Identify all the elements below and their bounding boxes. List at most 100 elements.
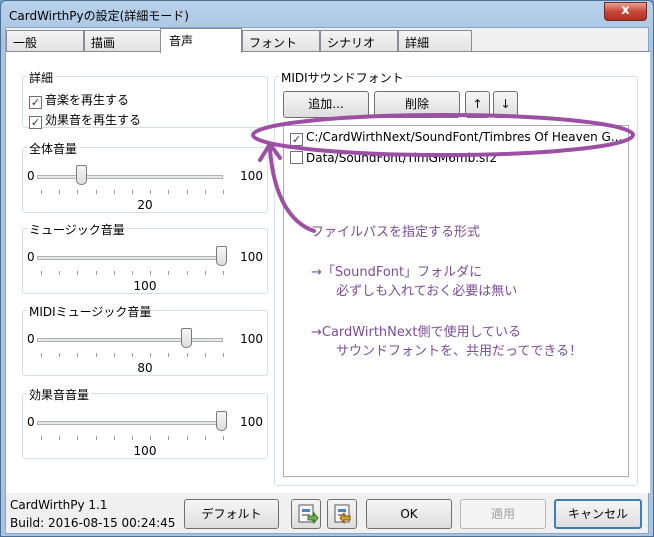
tab-font[interactable]: フォント: [242, 30, 320, 51]
import-settings-button[interactable]: [291, 499, 321, 529]
soundfont-path: Data/SoundFont/TimGM6mb.sf2: [306, 151, 498, 165]
settings-window: CardWirthPyの設定(詳細モード) x 一般 描画 音声 フォント シナ…: [0, 0, 654, 537]
slider-tick: [95, 436, 97, 440]
slider-track[interactable]: [37, 338, 223, 342]
slider-tick: [132, 271, 133, 275]
slider-tick: [77, 271, 79, 275]
play-music-label: 音楽を再生する: [45, 93, 130, 107]
apply-button[interactable]: 適用: [460, 499, 546, 529]
slider-tick: [150, 353, 152, 357]
check-icon: ✓: [29, 96, 42, 109]
details-group: 詳細 ✓ 音楽を再生する ✓ 効果音を再生する: [22, 69, 268, 129]
slider-tick: [132, 436, 133, 440]
details-group-title: 詳細: [27, 69, 56, 86]
play-music-checkbox[interactable]: ✓ 音楽を再生する: [29, 91, 130, 109]
slider-tick: [150, 436, 152, 440]
slider-max-label: 100: [240, 415, 263, 429]
export-settings-icon: [334, 504, 351, 525]
title-bar: CardWirthPyの設定(詳細モード) x: [1, 1, 653, 29]
sfx-volume-title: 効果音音量: [27, 386, 92, 403]
move-down-button[interactable]: ↓: [493, 91, 518, 118]
tab-scenario[interactable]: シナリオ: [320, 30, 398, 51]
build-date: Build: 2016-08-15 00:24:45: [10, 516, 176, 530]
slider-tick: [95, 190, 97, 194]
slider-min-label: 0: [27, 169, 35, 183]
tab-advanced[interactable]: 詳細: [398, 30, 472, 51]
slider-tick: [150, 271, 152, 275]
slider-tick: [186, 271, 188, 275]
slider-min-label: 0: [27, 250, 35, 264]
master-volume-value: 20: [137, 198, 153, 212]
slider-ticks: [41, 271, 227, 275]
slider-track[interactable]: [37, 421, 223, 425]
slider-tick: [77, 436, 79, 440]
slider-tick: [77, 190, 79, 194]
slider-tick: [113, 190, 115, 194]
master-volume-slider-thumb[interactable]: [76, 165, 87, 185]
music-volume-group: ミュージック音量 0 100 100: [22, 221, 268, 294]
import-settings-icon: [298, 504, 319, 525]
slider-tick: [168, 190, 170, 194]
slider-tick: [59, 271, 61, 275]
soundfont-list-item[interactable]: ✓ C:/CardWirthNext/SoundFont/Timbres Of H…: [290, 130, 622, 146]
slider-tick: [95, 353, 97, 357]
slider-tick: [223, 436, 224, 440]
slider-tick: [95, 271, 97, 275]
slider-ticks: [41, 353, 227, 357]
slider-ticks: [41, 436, 227, 440]
slider-tick: [59, 436, 61, 440]
slider-tick: [223, 271, 224, 275]
music-volume-value: 100: [133, 279, 157, 293]
slider-min-label: 0: [27, 332, 35, 346]
slider-max-label: 100: [240, 169, 263, 183]
slider-ticks: [41, 190, 227, 194]
slider-tick: [186, 353, 188, 357]
slider-tick: [41, 436, 42, 440]
slider-tick: [186, 436, 188, 440]
slider-min-label: 0: [27, 415, 35, 429]
unchecked-box-icon[interactable]: [290, 151, 303, 164]
slider-tick: [223, 353, 224, 357]
master-volume-group: 全体音量 0 100 20: [22, 140, 268, 213]
sfx-volume-slider-thumb[interactable]: [216, 411, 227, 431]
slider-tick: [204, 190, 206, 194]
check-icon[interactable]: ✓: [290, 133, 303, 146]
slider-tick: [168, 436, 170, 440]
tab-drawing[interactable]: 描画: [84, 30, 162, 51]
slider-tick: [113, 271, 115, 275]
slider-tick: [59, 353, 61, 357]
slider-tick: [204, 271, 206, 275]
slider-tick: [150, 190, 152, 194]
add-soundfont-button[interactable]: 追加...: [283, 91, 369, 118]
midi-volume-title: MIDIミュージック音量: [27, 303, 154, 320]
soundfont-list-item[interactable]: Data/SoundFont/TimGM6mb.sf2: [290, 151, 497, 167]
slider-tick: [168, 353, 170, 357]
soundfont-list[interactable]: ✓ C:/CardWirthNext/SoundFont/Timbres Of H…: [283, 125, 629, 477]
soundfont-path: C:/CardWirthNext/SoundFont/Timbres Of He…: [306, 130, 623, 144]
midi-volume-value: 80: [137, 361, 153, 375]
default-button[interactable]: デフォルト: [184, 499, 279, 529]
music-volume-slider-thumb[interactable]: [216, 246, 227, 266]
close-button[interactable]: x: [604, 2, 647, 21]
dialog-client-area: 一般 描画 音声 フォント シナリオ 詳細 詳細 ✓ 音楽を再生する ✓ 効果音を再…: [5, 27, 650, 534]
slider-tick: [113, 353, 115, 357]
cancel-button[interactable]: キャンセル: [554, 499, 642, 529]
slider-tick: [132, 190, 133, 194]
audio-tab-panel: 詳細 ✓ 音楽を再生する ✓ 効果音を再生する 全体音量 0 100 20 ミュージ: [6, 51, 650, 493]
tab-audio[interactable]: 音声: [160, 28, 242, 53]
export-settings-button[interactable]: [327, 499, 357, 529]
midi-volume-slider-thumb[interactable]: [181, 328, 192, 348]
ok-button[interactable]: OK: [366, 499, 452, 529]
midi-soundfont-group: MIDIサウンドフォント 追加... 削除 ↑ ↓ ✓ C:/CardWirthN…: [274, 69, 638, 486]
delete-soundfont-button[interactable]: 削除: [374, 91, 460, 118]
play-sfx-checkbox[interactable]: ✓ 効果音を再生する: [29, 111, 141, 129]
move-up-button[interactable]: ↑: [465, 91, 490, 118]
slider-track[interactable]: [37, 175, 223, 179]
sfx-volume-group: 効果音音量 0 100 100: [22, 386, 268, 459]
slider-tick: [41, 353, 42, 357]
tab-general[interactable]: 一般: [6, 30, 84, 51]
midi-volume-group: MIDIミュージック音量 0 100 80: [22, 303, 268, 376]
slider-tick: [113, 436, 115, 440]
slider-tick: [132, 353, 133, 357]
slider-track[interactable]: [37, 256, 223, 260]
